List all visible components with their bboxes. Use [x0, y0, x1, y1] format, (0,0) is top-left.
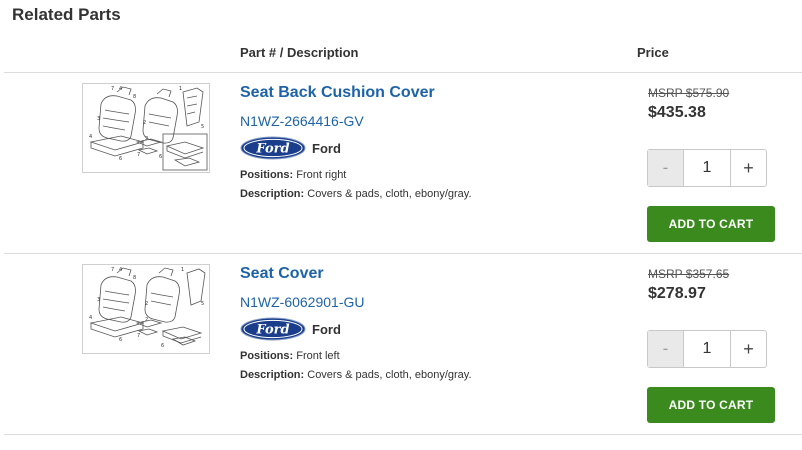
ford-logo-icon: Ford [240, 317, 306, 341]
svg-text:7: 7 [137, 152, 140, 158]
quantity-input[interactable]: 1 [684, 150, 731, 186]
quantity-stepper: - 1 + [647, 149, 767, 187]
ford-logo-text: Ford [255, 142, 289, 157]
positions-line: Positions: Front right [240, 169, 346, 181]
svg-text:2: 2 [145, 301, 148, 307]
svg-text:4: 4 [119, 86, 122, 92]
decrease-quantity-button[interactable]: - [648, 331, 684, 367]
svg-text:3: 3 [97, 116, 100, 122]
description-label: Description: [240, 369, 305, 381]
svg-text:6: 6 [161, 343, 164, 349]
svg-text:2: 2 [143, 120, 146, 126]
part-number-link[interactable]: N1WZ-6062901-GU [240, 294, 365, 310]
divider [4, 434, 802, 435]
svg-text:7: 7 [111, 86, 114, 92]
positions-line: Positions: Front left [240, 350, 340, 362]
svg-text:4: 4 [89, 315, 92, 321]
part-number-link[interactable]: N1WZ-2664416-GV [240, 113, 364, 129]
ford-logo-icon: Ford [240, 136, 306, 160]
description-value: Covers & pads, cloth, ebony/gray. [307, 188, 472, 200]
quantity-stepper: - 1 + [647, 330, 767, 368]
ford-logo-text: Ford [255, 323, 289, 338]
sale-price: $278.97 [648, 285, 706, 302]
description-label: Description: [240, 188, 305, 200]
description-line: Description: Covers & pads, cloth, ebony… [240, 188, 472, 200]
product-name-link[interactable]: Seat Cover [240, 265, 324, 283]
msrp-price: MSRP $575.90 [648, 86, 730, 100]
section-title: Related Parts [12, 5, 121, 24]
svg-text:3: 3 [97, 297, 100, 303]
product-diagram-image[interactable]: 748 346 227 156 [82, 83, 210, 173]
add-to-cart-button[interactable]: ADD TO CART [647, 387, 775, 423]
description-value: Covers & pads, cloth, ebony/gray. [307, 369, 472, 381]
positions-value: Front left [296, 350, 340, 362]
increase-quantity-button[interactable]: + [731, 150, 766, 186]
seat-diagram-icon: 7 48 346 227 156 [89, 86, 208, 171]
column-header-price: Price [637, 45, 669, 60]
seat-diagram-icon: 7 48 346 227 156 [89, 267, 206, 349]
svg-text:5: 5 [201, 124, 204, 130]
brand-name: Ford [312, 141, 341, 156]
increase-quantity-button[interactable]: + [731, 331, 766, 367]
svg-text:6: 6 [119, 337, 122, 343]
svg-text:1: 1 [179, 86, 182, 92]
positions-label: Positions: [240, 350, 294, 362]
svg-text:4: 4 [89, 134, 92, 140]
svg-text:7: 7 [137, 333, 140, 339]
msrp-price: MSRP $357.65 [648, 267, 730, 281]
product-diagram-image[interactable]: 748 346 227 156 [82, 264, 210, 354]
brand-name: Ford [312, 322, 341, 337]
svg-text:2: 2 [145, 317, 148, 323]
product-row: 748 346 227 156 Seat Back Cushion Cover … [0, 73, 802, 253]
svg-text:8: 8 [133, 94, 136, 100]
svg-text:2: 2 [145, 136, 148, 142]
positions-value: Front right [296, 169, 347, 181]
column-header-description: Part # / Description [240, 45, 359, 60]
svg-text:1: 1 [181, 267, 184, 273]
svg-text:4: 4 [119, 267, 122, 273]
svg-text:7: 7 [111, 267, 114, 273]
positions-label: Positions: [240, 169, 294, 181]
svg-text:6: 6 [119, 156, 122, 162]
svg-text:8: 8 [133, 275, 136, 281]
description-line: Description: Covers & pads, cloth, ebony… [240, 369, 472, 381]
svg-text:5: 5 [201, 301, 204, 307]
add-to-cart-button[interactable]: ADD TO CART [647, 206, 775, 242]
svg-text:6: 6 [159, 154, 162, 160]
decrease-quantity-button[interactable]: - [648, 150, 684, 186]
product-name-link[interactable]: Seat Back Cushion Cover [240, 84, 435, 102]
product-row: 748 346 227 156 Seat Cover N1WZ-6062901-… [0, 254, 802, 434]
quantity-input[interactable]: 1 [684, 331, 731, 367]
sale-price: $435.38 [648, 104, 706, 121]
